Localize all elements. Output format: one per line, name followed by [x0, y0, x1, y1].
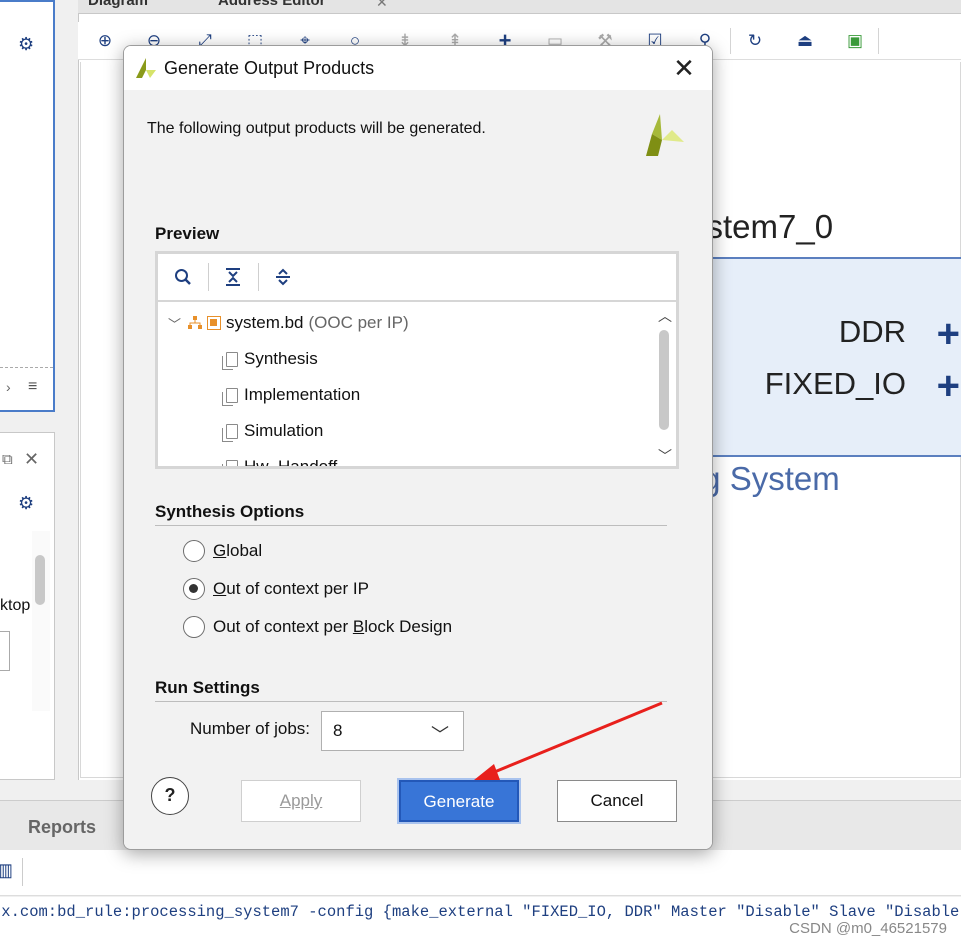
tab-reports[interactable]: Reports	[28, 817, 96, 838]
tree-root-label: system.bd	[226, 313, 304, 332]
port-label-ddr: DDR	[838, 314, 906, 349]
truncated-path-text: ktop	[0, 597, 31, 614]
tree-item-label: Hw_Handoff	[244, 457, 337, 466]
hierarchy-icon	[188, 316, 203, 329]
tree-item-hw-handoff[interactable]: Hw_Handoff	[222, 449, 337, 466]
close-icon[interactable]: ✕	[24, 449, 39, 470]
tree-root-suffix: (OOC per IP)	[308, 313, 409, 332]
radio-button[interactable]	[183, 616, 205, 638]
synthesis-options-heading: Synthesis Options	[155, 502, 305, 521]
cancel-button[interactable]: Cancel	[557, 780, 677, 822]
tree-item-simulation[interactable]: Simulation	[222, 413, 324, 449]
radio-global[interactable]: Global	[183, 537, 262, 565]
divider	[155, 525, 667, 526]
chevron-down-icon[interactable]: ﹀	[168, 314, 181, 333]
output-products-tree[interactable]: ﹀ system.bd (OOC per IP) Synthesis Imple…	[158, 304, 654, 466]
tree-scrollbar[interactable]: ︿ ﹀	[654, 304, 676, 466]
file-icon	[222, 351, 238, 370]
tab-diagram[interactable]: Diagram	[88, 0, 148, 9]
number-of-jobs-label: Number of jobs:	[190, 719, 310, 738]
divider	[0, 367, 53, 368]
block-design-icon	[207, 316, 222, 330]
port-label-fixed-io: FIXED_IO	[764, 366, 906, 401]
preview-panel: ﹀ system.bd (OOC per IP) Synthesis Imple…	[155, 251, 679, 469]
delete-icon[interactable]: ▥	[0, 860, 13, 881]
expand-port-icon[interactable]: +	[937, 366, 960, 406]
scrollbar-thumb[interactable]	[35, 555, 45, 605]
scroll-down-icon[interactable]: ﹀	[656, 446, 674, 464]
dialog-intro-text: The following output products will be ge…	[147, 120, 486, 137]
close-tab-icon[interactable]: ✕	[376, 0, 388, 11]
radio-ooc-per-ip[interactable]: Out of context per IP	[183, 575, 369, 603]
preview-heading: Preview	[155, 224, 220, 243]
close-icon[interactable]: ✕	[670, 54, 698, 82]
expand-all-icon[interactable]	[272, 266, 294, 288]
diagram-tabstrip: Diagram Address Editor ✕	[78, 0, 961, 14]
radio-label: Global	[213, 541, 263, 560]
toolbar-separator	[730, 28, 731, 54]
divider	[155, 701, 667, 702]
watermark: CSDN @m0_46521579	[789, 920, 947, 937]
gear-icon[interactable]: ⚙	[18, 493, 34, 514]
number-of-jobs-select[interactable]: 8 ﹀	[321, 711, 464, 751]
vivado-logo-icon	[646, 114, 684, 156]
help-button[interactable]: ?	[151, 777, 189, 815]
run-settings-heading: Run Settings	[155, 678, 260, 697]
number-of-jobs-value: 8	[333, 721, 343, 740]
radio-ooc-per-block-design[interactable]: Out of context per Block Design	[183, 613, 452, 641]
dialog-title: Generate Output Products	[164, 58, 375, 78]
scrollbar[interactable]	[32, 531, 50, 711]
menu-icon[interactable]: ≡	[28, 378, 37, 396]
tree-item-label: Simulation	[244, 421, 324, 440]
tree-item-implementation[interactable]: Implementation	[222, 377, 361, 413]
search-icon[interactable]	[172, 266, 194, 288]
app-logo-icon	[136, 58, 156, 78]
toolbar-separator	[22, 858, 23, 886]
file-icon	[222, 387, 238, 406]
file-icon	[222, 423, 238, 442]
radio-button[interactable]	[183, 540, 205, 562]
collapse-all-icon[interactable]	[222, 266, 244, 288]
float-icon[interactable]: ⧉	[2, 451, 13, 468]
tree-root-row[interactable]: ﹀ system.bd (OOC per IP)	[168, 305, 409, 341]
preview-toolbar	[158, 254, 676, 302]
radio-label: Out of context per IP	[213, 579, 369, 598]
tab-address-editor[interactable]: Address Editor	[218, 0, 326, 9]
chevron-right-icon[interactable]: ›	[6, 379, 11, 395]
dialog-titlebar: Generate Output Products ✕	[124, 46, 712, 90]
apply-button[interactable]: Apply	[241, 780, 361, 822]
gear-icon[interactable]: ⚙	[18, 34, 34, 55]
regenerate-layout-icon[interactable]: ⏏	[794, 30, 816, 52]
chevron-down-icon[interactable]: ﹀	[431, 721, 449, 747]
file-icon	[222, 459, 238, 466]
console-command-text: nx.com:bd_rule:processing_system7 -confi…	[0, 903, 961, 921]
left-panel-bottom: ⧉ ✕ ⚙ ktop	[0, 432, 55, 780]
partial-field[interactable]	[0, 631, 10, 671]
scrollbar-thumb[interactable]	[659, 330, 669, 430]
radio-label: Out of context per Block Design	[213, 617, 453, 636]
zoom-in-icon[interactable]: ⊕	[94, 30, 116, 52]
refresh-icon[interactable]: ↻	[744, 30, 766, 52]
toolbar-separator	[258, 263, 259, 291]
toolbar-separator	[208, 263, 209, 291]
generate-output-products-dialog: Generate Output Products ✕ The following…	[123, 45, 713, 850]
ip-block-icon[interactable]: ▣	[844, 30, 866, 52]
scroll-up-icon[interactable]: ︿	[656, 306, 674, 324]
console-toolbar: ▥	[0, 850, 961, 896]
generate-button[interactable]: Generate	[399, 780, 519, 822]
tree-item-synthesis[interactable]: Synthesis	[222, 341, 318, 377]
left-panel-top: ⚙ › ≡	[0, 0, 55, 412]
expand-port-icon[interactable]: +	[937, 314, 960, 354]
radio-button-selected[interactable]	[183, 578, 205, 600]
toolbar-separator	[878, 28, 879, 54]
tree-item-label: Synthesis	[244, 349, 318, 368]
tree-item-label: Implementation	[244, 385, 361, 404]
